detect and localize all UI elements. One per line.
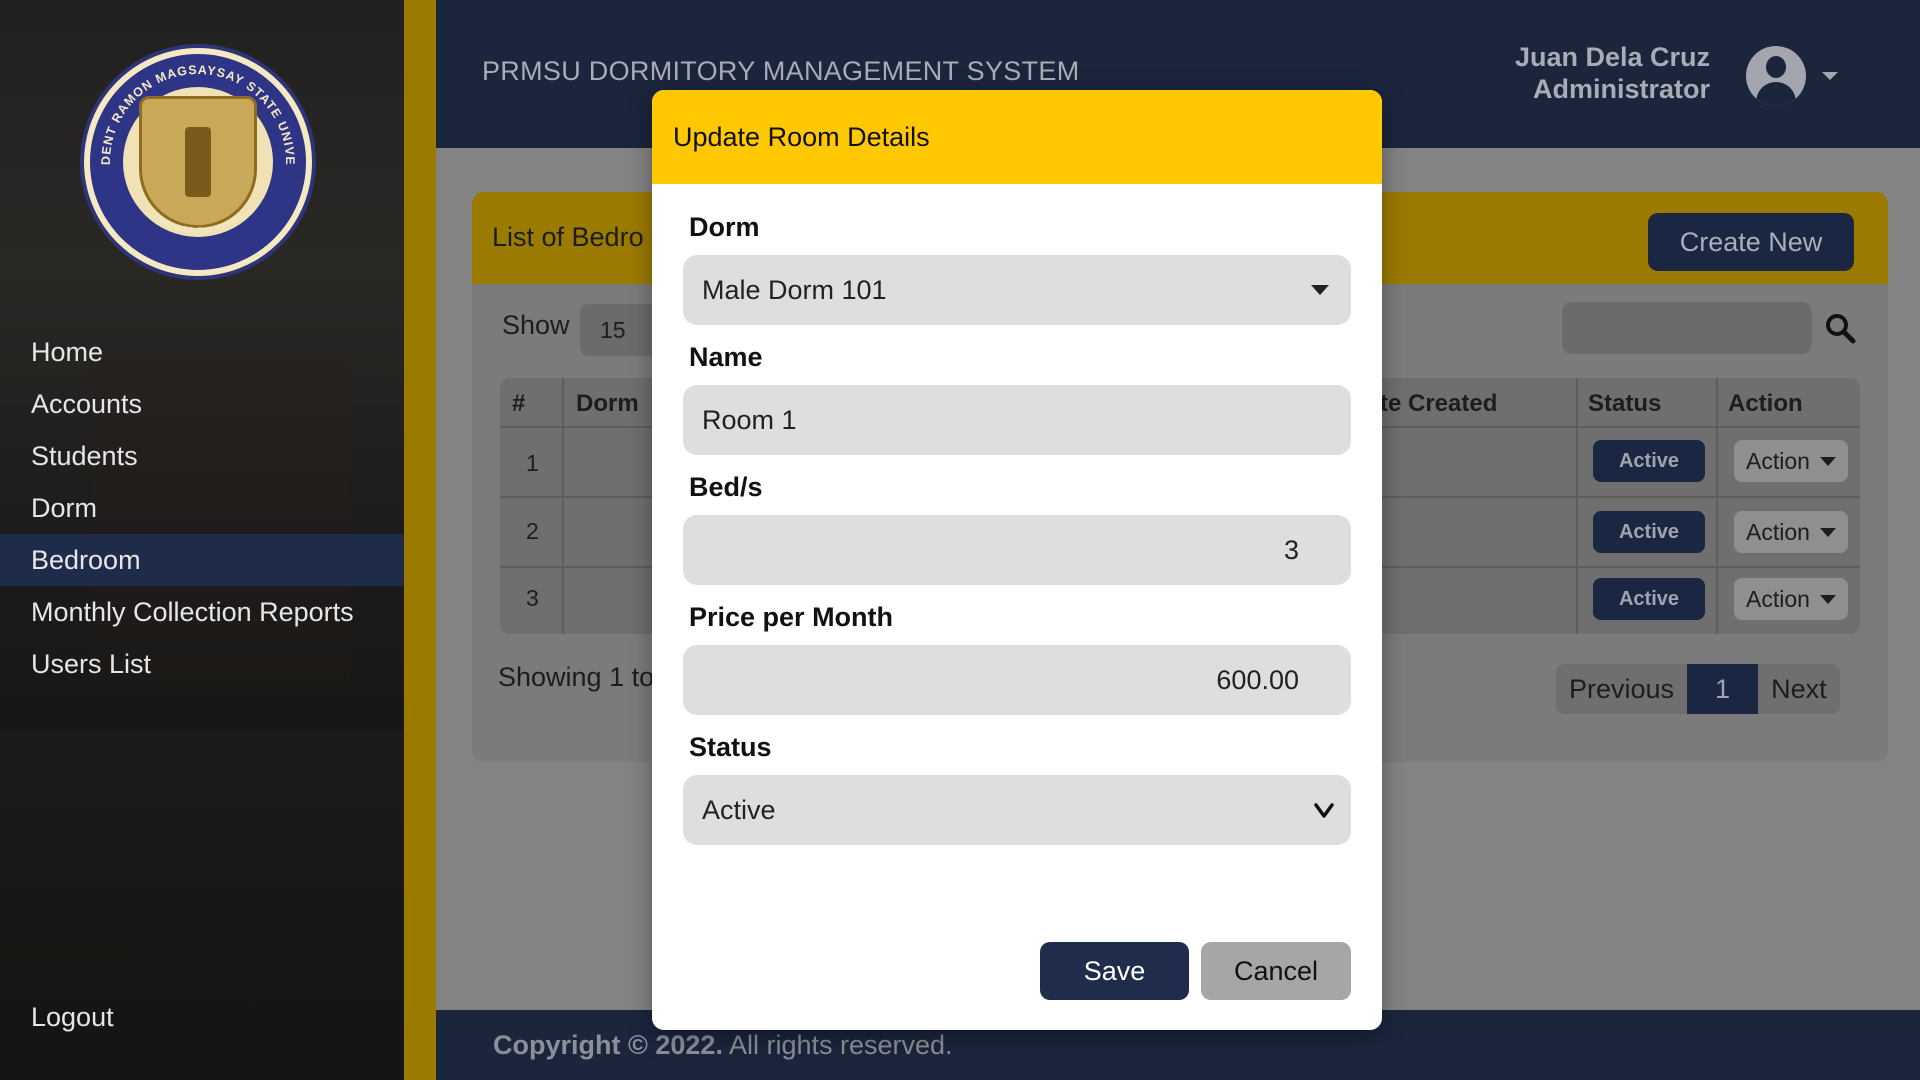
row-1-status-badge: Active [1593, 440, 1705, 482]
user-circle-icon[interactable] [1746, 46, 1806, 106]
row-3-action-label: Action [1746, 586, 1810, 612]
sidebar-item-monthly-collection-reports[interactable]: Monthly Collection Reports [0, 586, 404, 638]
row-1-action-button[interactable]: Action [1734, 440, 1848, 482]
column-header-action: Action [1728, 390, 1803, 417]
column-divider [562, 378, 564, 634]
row-2-status-badge: Active [1593, 511, 1705, 553]
sidebar-item-students[interactable]: Students [0, 430, 404, 482]
avatar-head [1766, 56, 1786, 78]
name-label: Name [689, 342, 763, 372]
sidebar-item-bedroom[interactable]: Bedroom [0, 534, 404, 586]
search-icon[interactable] [1824, 312, 1856, 344]
column-header-number: # [512, 390, 526, 417]
status-select-value: Active [702, 795, 776, 825]
row-1-number: 1 [526, 450, 539, 476]
copyright-text: Copyright © 2022. All rights reserved. [493, 1030, 953, 1061]
column-divider [1716, 378, 1718, 634]
price-per-month-label: Price per Month [689, 602, 894, 632]
university-logo: PRESIDENT RAMON MAGSAYSAY STATE UNIVERSI… [80, 44, 316, 280]
user-name: Juan Dela Cruz [1514, 42, 1710, 72]
caret-down-icon [1820, 457, 1836, 466]
pagination: Previous 1 Next [1556, 664, 1840, 714]
logout-link[interactable]: Logout [31, 1002, 114, 1033]
row-3-status-badge: Active [1593, 578, 1705, 620]
status-select[interactable]: Active [683, 775, 1351, 845]
beds-label: Bed/s [689, 472, 763, 502]
user-menu-caret-icon[interactable] [1822, 72, 1838, 80]
cancel-button[interactable]: Cancel [1201, 942, 1351, 1000]
update-room-modal: Update Room Details Dorm Male Dorm 101 N… [652, 90, 1382, 1030]
row-2-action-label: Action [1746, 519, 1810, 545]
sidebar-item-dorm[interactable]: Dorm [0, 482, 404, 534]
row-1-action-label: Action [1746, 448, 1810, 474]
row-2-number: 2 [526, 518, 539, 544]
modal-header: Update Room Details [652, 90, 1382, 184]
save-button[interactable]: Save [1040, 942, 1189, 1000]
row-3-action-button[interactable]: Action [1734, 578, 1848, 620]
column-header-date-created: te Created [1380, 390, 1498, 417]
copyright-bold: Copyright © 2022. [493, 1030, 723, 1060]
pagination-next[interactable]: Next [1758, 664, 1840, 714]
sidebar-item-accounts[interactable]: Accounts [0, 378, 404, 430]
svg-text:ZAMBALES, PHILIPPINES: ZAMBALES, PHILIPPINES [151, 211, 246, 235]
sidebar-item-home[interactable]: Home [0, 326, 404, 378]
show-entries-label: Show [502, 310, 570, 340]
chevron-down-icon [1314, 803, 1334, 818]
caret-down-icon [1820, 595, 1836, 604]
pagination-previous[interactable]: Previous [1556, 664, 1688, 714]
caret-down-icon [1820, 528, 1836, 537]
user-role: Administrator [1532, 74, 1710, 104]
logo-text-top: PRESIDENT RAMON MAGSAYSAY STATE UNIVERSI… [84, 48, 296, 166]
dorm-select[interactable]: Male Dorm 101 [683, 255, 1351, 325]
dorm-label: Dorm [689, 212, 760, 242]
row-3-number: 3 [526, 585, 539, 611]
create-new-button[interactable]: Create New [1648, 213, 1854, 271]
showing-entries-text: Showing 1 to [498, 662, 655, 692]
price-per-month-field[interactable]: 600.00 [683, 645, 1351, 715]
sidebar: PRESIDENT RAMON MAGSAYSAY STATE UNIVERSI… [0, 0, 404, 1080]
name-field[interactable]: Room 1 [683, 385, 1351, 455]
modal-title: Update Room Details [673, 122, 930, 152]
dorm-select-value: Male Dorm 101 [702, 275, 887, 305]
logo-text-bottom: ZAMBALES, PHILIPPINES [151, 211, 246, 235]
card-title: List of Bedro [492, 222, 644, 252]
sidebar-item-users-list[interactable]: Users List [0, 638, 404, 690]
column-header-status: Status [1588, 390, 1662, 417]
search-input[interactable] [1562, 302, 1812, 354]
column-divider [1576, 378, 1578, 634]
status-label: Status [689, 732, 772, 762]
caret-down-icon [1311, 285, 1329, 295]
copyright-rest: All rights reserved. [722, 1030, 953, 1060]
logo-text-ring: PRESIDENT RAMON MAGSAYSAY STATE UNIVERSI… [84, 48, 297, 235]
row-2-action-button[interactable]: Action [1734, 511, 1848, 553]
pagination-page-1[interactable]: 1 [1687, 664, 1759, 714]
sidebar-nav: Home Accounts Students Dorm Bedroom Mont… [0, 326, 404, 690]
column-header-dorm: Dorm [576, 390, 639, 417]
beds-field[interactable]: 3 [683, 515, 1351, 585]
avatar-body [1756, 82, 1796, 106]
sidebar-accent-strip [404, 0, 436, 1080]
app-title: PRMSU DORMITORY MANAGEMENT SYSTEM [482, 56, 1080, 86]
svg-text:PRESIDENT RAMON MAGSAYSAY STAT: PRESIDENT RAMON MAGSAYSAY STATE UNIVERSI… [84, 48, 297, 166]
